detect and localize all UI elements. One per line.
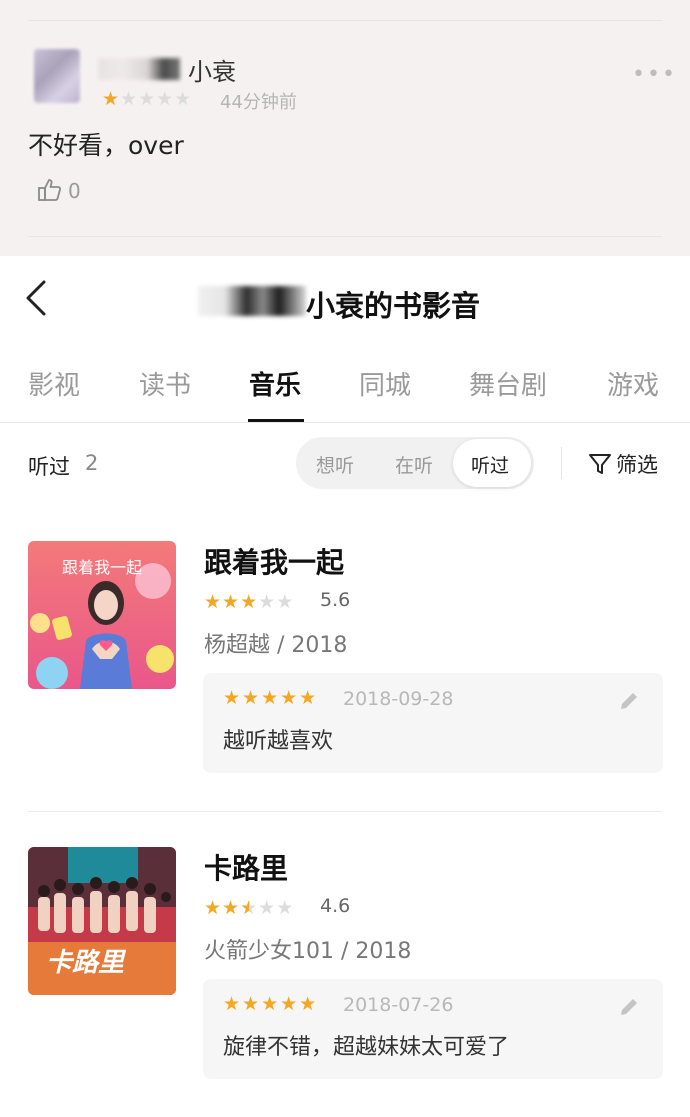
star-icon: ★: [138, 88, 157, 110]
divider: [0, 422, 690, 423]
star-icon: ★: [156, 88, 175, 110]
review-text: 旋律不错，超越妹妹太可爱了: [223, 1035, 510, 1060]
comment-username[interactable]: 小衰: [188, 52, 236, 87]
star-icon: ★: [222, 897, 241, 919]
like-count: 0: [68, 179, 81, 203]
star-icon: ★: [222, 591, 241, 613]
divider: [28, 811, 662, 812]
star-icon: ★: [276, 591, 295, 613]
album-cover[interactable]: 卡路里: [28, 847, 176, 995]
thumbs-up-icon[interactable]: [36, 176, 64, 204]
segment-listened-label: 听过: [471, 455, 510, 477]
category-tabs: 影视 读书 音乐 同城 舞台剧 游戏: [0, 355, 690, 423]
segment-listening[interactable]: 在听: [395, 451, 433, 478]
star-icon: ★: [174, 88, 193, 110]
star-icon: ★: [204, 591, 223, 613]
avatar[interactable]: [34, 49, 80, 103]
review-text: 越听越喜欢: [223, 729, 334, 754]
review-rating: ★★★★★: [223, 687, 319, 709]
star-icon: ★: [276, 897, 295, 919]
half-star-icon: ★: [240, 897, 259, 919]
item-meta: 杨超越 / 2018: [204, 633, 348, 658]
list-item[interactable]: 跟着我一起 跟着我一起 ★★★★★ 5.6 杨超越 / 2018 ★★★★★ 2…: [0, 541, 690, 812]
item-title[interactable]: 卡路里: [204, 847, 288, 887]
divider: [28, 20, 662, 21]
list-item[interactable]: 卡路里 卡路里 ★★★★★ 4.6 火箭少女101 / 2018 ★★★★★ 2…: [0, 847, 690, 1117]
redacted-username: [98, 58, 180, 80]
review-date: 2018-07-26: [343, 994, 454, 1016]
comment-card: 小衰 ★★★★★ 44分钟前 ••• 不好看，over 0: [0, 0, 690, 256]
edit-pencil-icon[interactable]: [617, 689, 641, 713]
item-score: 4.6: [320, 895, 351, 917]
redacted-name: [198, 286, 306, 316]
album-cover[interactable]: 跟着我一起: [28, 541, 176, 689]
review-rating: ★★★★★: [223, 993, 319, 1015]
status-segmented-control: 想听 在听 听过: [296, 437, 534, 489]
filter-button[interactable]: 筛选: [616, 449, 658, 479]
page-title: 小衰的书影音: [306, 289, 481, 323]
status-count: 2: [85, 451, 99, 475]
segment-want[interactable]: 想听: [316, 451, 354, 478]
cover-title: 卡路里: [46, 948, 127, 978]
tab-music[interactable]: 音乐: [249, 365, 301, 402]
tab-local[interactable]: 同城: [359, 365, 411, 402]
filter-icon[interactable]: [588, 452, 612, 476]
tab-books[interactable]: 读书: [139, 365, 191, 402]
item-meta: 火箭少女101 / 2018: [204, 939, 412, 964]
comment-text: 不好看，over: [28, 131, 184, 160]
back-arrow-icon[interactable]: [22, 278, 52, 318]
cover-title: 跟着我一起: [62, 558, 142, 577]
item-title[interactable]: 跟着我一起: [204, 541, 344, 581]
item-rating: ★★★★★: [204, 897, 294, 919]
item-score: 5.6: [320, 589, 351, 611]
star-icon: ★: [204, 897, 223, 919]
star-icon: ★: [258, 897, 277, 919]
tab-games[interactable]: 游戏: [607, 365, 659, 402]
divider: [28, 236, 662, 237]
edit-pencil-icon[interactable]: [617, 995, 641, 1019]
my-review[interactable]: ★★★★★ 2018-07-26 旋律不错，超越妹妹太可爱了: [203, 979, 663, 1079]
star-icon: ★: [120, 88, 139, 110]
segment-listened[interactable]: 听过: [453, 439, 531, 487]
tab-theater[interactable]: 舞台剧: [469, 365, 547, 402]
star-icon: ★: [258, 591, 277, 613]
my-review[interactable]: ★★★★★ 2018-09-28 越听越喜欢: [203, 673, 663, 773]
comment-rating: ★★★★★: [102, 88, 192, 110]
status-label: 听过: [28, 455, 70, 479]
star-icon: ★: [102, 88, 121, 110]
star-icon: ★: [240, 591, 259, 613]
divider: [561, 447, 562, 479]
comment-time: 44分钟前: [220, 92, 297, 113]
tab-movies[interactable]: 影视: [28, 365, 80, 402]
review-date: 2018-09-28: [343, 688, 454, 710]
more-horizontal-icon[interactable]: •••: [632, 62, 677, 87]
item-rating: ★★★★★: [204, 591, 294, 613]
